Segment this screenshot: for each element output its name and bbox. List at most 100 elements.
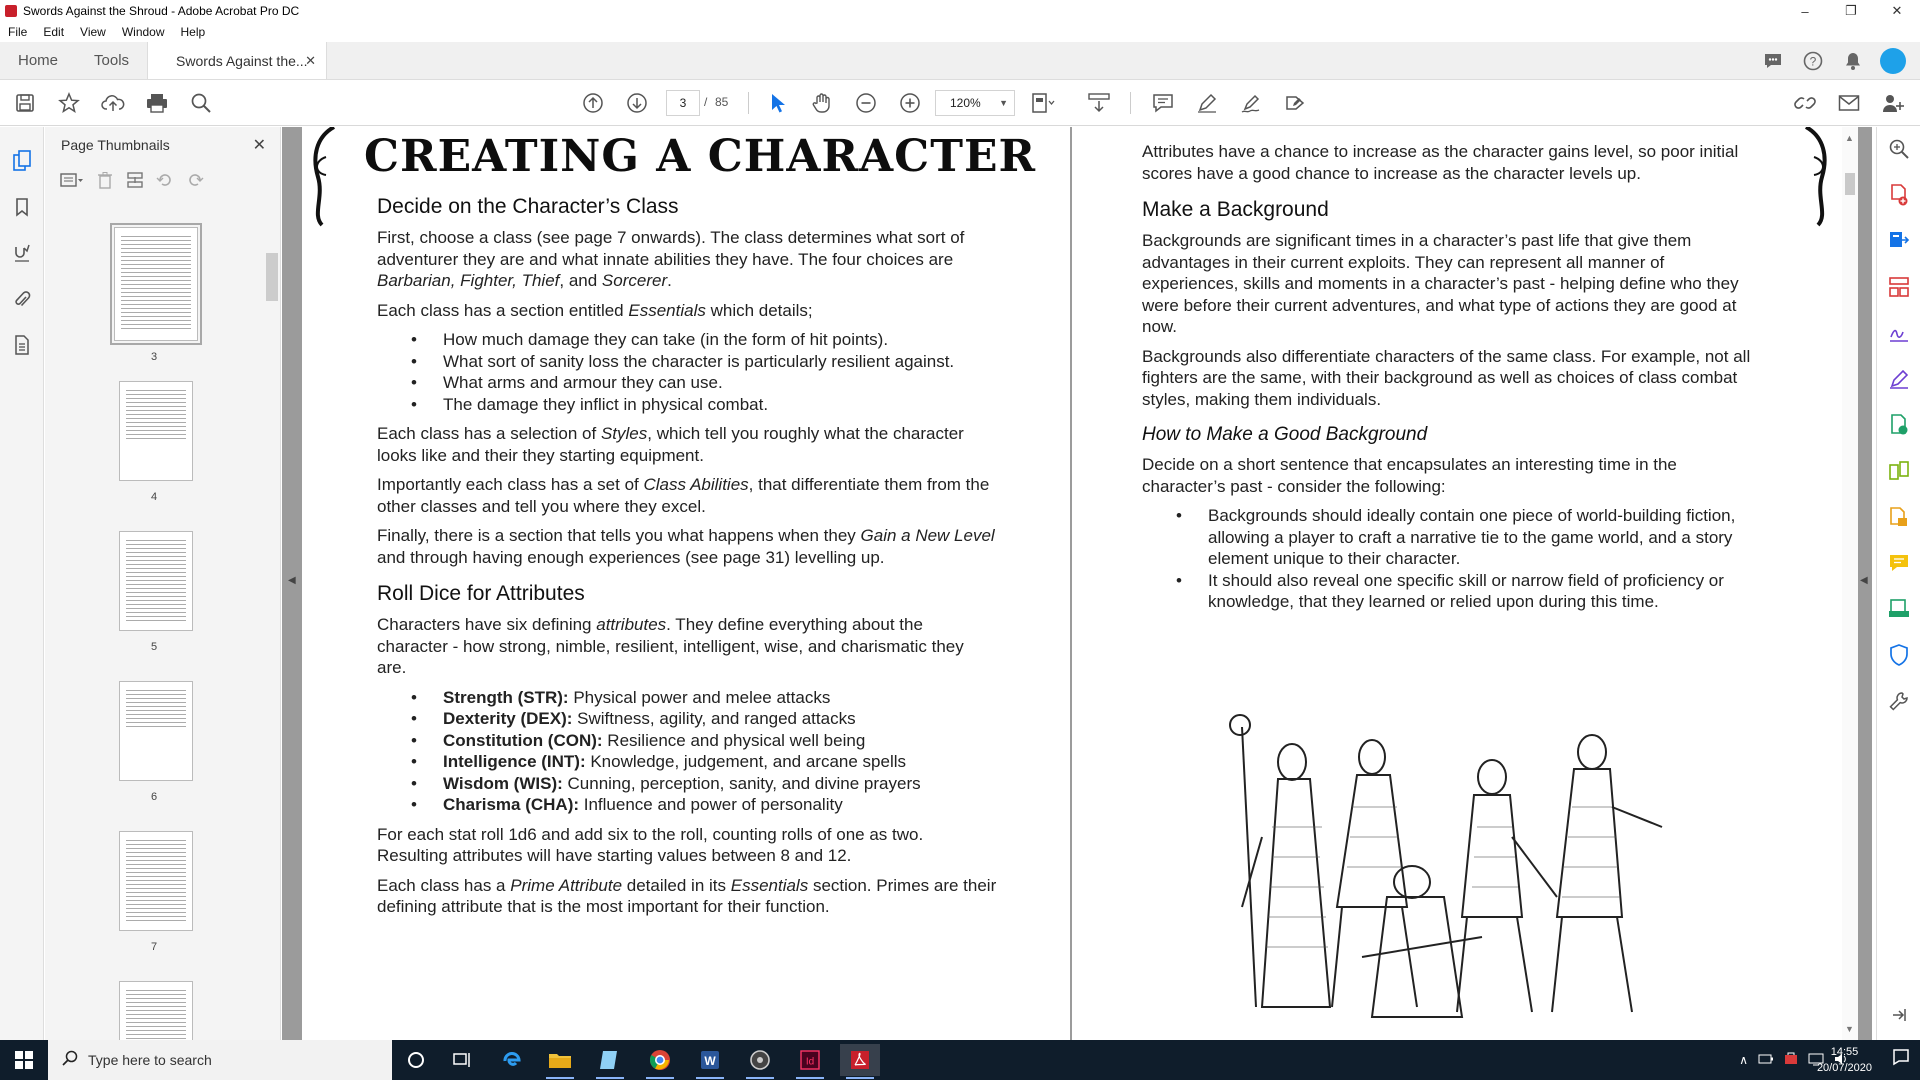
page-thumbnail[interactable]: [119, 681, 193, 781]
hand-tool-icon[interactable]: [809, 90, 835, 116]
highlight-pen-icon[interactable]: [1194, 90, 1220, 116]
paragraph-backgrounds-differentiate: Backgrounds also differentiate character…: [1142, 346, 1751, 409]
page-thumbnail[interactable]: [110, 223, 202, 345]
tab-home[interactable]: Home: [0, 42, 76, 79]
close-tab-icon[interactable]: ✕: [305, 53, 316, 69]
thumbnail-options-icon[interactable]: [60, 172, 84, 193]
thumbnail-scrollbar[interactable]: [264, 223, 278, 1033]
page-thumbnail[interactable]: [119, 981, 193, 1040]
compare-files-icon[interactable]: [1887, 459, 1911, 483]
file-explorer-icon[interactable]: [540, 1044, 580, 1079]
media-app-icon[interactable]: [740, 1044, 780, 1079]
fill-and-sign-icon[interactable]: [1887, 367, 1911, 391]
notification-bell-icon[interactable]: [1840, 48, 1866, 74]
toolbar-divider: [1130, 92, 1131, 114]
windows-start-icon[interactable]: [0, 1040, 48, 1080]
comment-icon[interactable]: [1887, 551, 1911, 575]
create-pdf-icon[interactable]: [1887, 183, 1911, 207]
print-icon[interactable]: [144, 90, 170, 116]
organize-pages-icon[interactable]: [1887, 275, 1911, 299]
menu-window[interactable]: Window: [114, 25, 173, 39]
page-thumbnail[interactable]: [119, 531, 193, 631]
user-avatar[interactable]: [1880, 48, 1906, 74]
document-scrollbar-thumb[interactable]: [1845, 173, 1855, 195]
page-thumbnail[interactable]: [119, 381, 193, 481]
more-tools-icon[interactable]: [1887, 689, 1911, 713]
fill-sign-icon[interactable]: [1238, 90, 1264, 116]
previous-page-icon[interactable]: [580, 90, 606, 116]
share-link-icon[interactable]: [1792, 90, 1818, 116]
zoom-level-value: 120%: [950, 96, 981, 110]
collapse-right-panel-icon[interactable]: ◀: [1860, 575, 1868, 586]
bookmark-star-icon[interactable]: [56, 90, 82, 116]
tab-document[interactable]: Swords Against the... ✕: [147, 42, 328, 79]
combine-files-icon[interactable]: [1887, 505, 1911, 529]
minimize-button[interactable]: –: [1782, 0, 1828, 22]
document-scrollbar[interactable]: ▲ ▼: [1842, 127, 1858, 1040]
cortana-icon[interactable]: [396, 1044, 436, 1076]
delete-page-icon[interactable]: [96, 171, 114, 194]
next-page-icon[interactable]: [624, 90, 650, 116]
zoom-out-icon[interactable]: [853, 90, 879, 116]
security-icon[interactable]: [1784, 1052, 1798, 1069]
comment-bubble-icon[interactable]: [1760, 48, 1786, 74]
document-viewer: ◀ CREATING A CHARACTER Decide on the Cha…: [282, 127, 1872, 1040]
word-app-icon[interactable]: W: [690, 1044, 730, 1079]
notepad-app-icon[interactable]: [590, 1044, 630, 1079]
zoom-in-icon[interactable]: [897, 90, 923, 116]
page-display-icon[interactable]: [1030, 90, 1056, 116]
edge-browser-icon[interactable]: [492, 1044, 532, 1076]
menu-edit[interactable]: Edit: [35, 25, 72, 39]
page-thumbnails-icon[interactable]: [10, 149, 34, 173]
add-user-icon[interactable]: [1880, 90, 1906, 116]
select-cursor-icon[interactable]: [765, 90, 791, 116]
page-number-input[interactable]: 3: [666, 90, 700, 116]
expand-panel-icon[interactable]: [1887, 1003, 1911, 1027]
chrome-browser-icon[interactable]: [640, 1044, 680, 1079]
collapse-left-panel-icon[interactable]: ◀: [288, 575, 296, 586]
action-center-icon[interactable]: [1892, 1048, 1910, 1071]
menu-view[interactable]: View: [72, 25, 114, 39]
menu-file[interactable]: File: [0, 25, 35, 39]
help-icon[interactable]: ?: [1800, 48, 1826, 74]
page-thumbnail[interactable]: [119, 831, 193, 931]
edit-pdf-icon[interactable]: [1887, 413, 1911, 437]
acrobat-taskbar-icon[interactable]: [840, 1044, 880, 1079]
close-window-button[interactable]: ✕: [1874, 0, 1920, 22]
add-comment-icon[interactable]: [1150, 90, 1176, 116]
taskbar-clock[interactable]: 14:55 20/07/2020: [1817, 1044, 1872, 1076]
insert-page-icon[interactable]: [126, 171, 144, 194]
request-signatures-icon[interactable]: [1887, 321, 1911, 345]
restore-button[interactable]: ❐: [1828, 0, 1874, 22]
thumbnail-page-number: 4: [150, 491, 158, 503]
scan-ocr-icon[interactable]: [1887, 597, 1911, 621]
bookmarks-icon[interactable]: [10, 195, 34, 219]
scroll-down-icon[interactable]: ▼: [1845, 1024, 1854, 1034]
signatures-icon[interactable]: [10, 241, 34, 265]
taskbar-search-input[interactable]: Type here to search: [48, 1040, 392, 1080]
document-properties-icon[interactable]: [10, 333, 34, 357]
zoom-search-icon[interactable]: [1887, 137, 1911, 161]
edit-tag-icon[interactable]: [1282, 90, 1308, 116]
close-panel-icon[interactable]: ✕: [253, 135, 266, 155]
attachments-icon[interactable]: [10, 287, 34, 311]
search-zoom-icon[interactable]: [188, 90, 214, 116]
indesign-app-icon[interactable]: Id: [790, 1044, 830, 1079]
scroll-mode-icon[interactable]: [1086, 90, 1112, 116]
tab-tools[interactable]: Tools: [76, 42, 147, 79]
rotate-clockwise-icon[interactable]: [186, 171, 204, 194]
task-view-icon[interactable]: [442, 1044, 482, 1076]
rotate-counterclockwise-icon[interactable]: [156, 171, 174, 194]
save-icon[interactable]: [12, 90, 38, 116]
cloud-upload-icon[interactable]: [100, 90, 126, 116]
scroll-up-icon[interactable]: ▲: [1845, 133, 1854, 143]
export-pdf-icon[interactable]: [1887, 229, 1911, 253]
protect-shield-icon[interactable]: [1887, 643, 1911, 667]
email-icon[interactable]: [1836, 90, 1862, 116]
tray-expand-icon[interactable]: ∧: [1739, 1053, 1748, 1067]
menu-help[interactable]: Help: [173, 25, 214, 39]
battery-icon[interactable]: [1758, 1053, 1774, 1067]
zoom-level-dropdown[interactable]: 120% ▼: [935, 90, 1015, 116]
clock-time: 14:55: [1830, 1046, 1859, 1058]
thumbnail-scrollbar-thumb[interactable]: [266, 253, 278, 301]
